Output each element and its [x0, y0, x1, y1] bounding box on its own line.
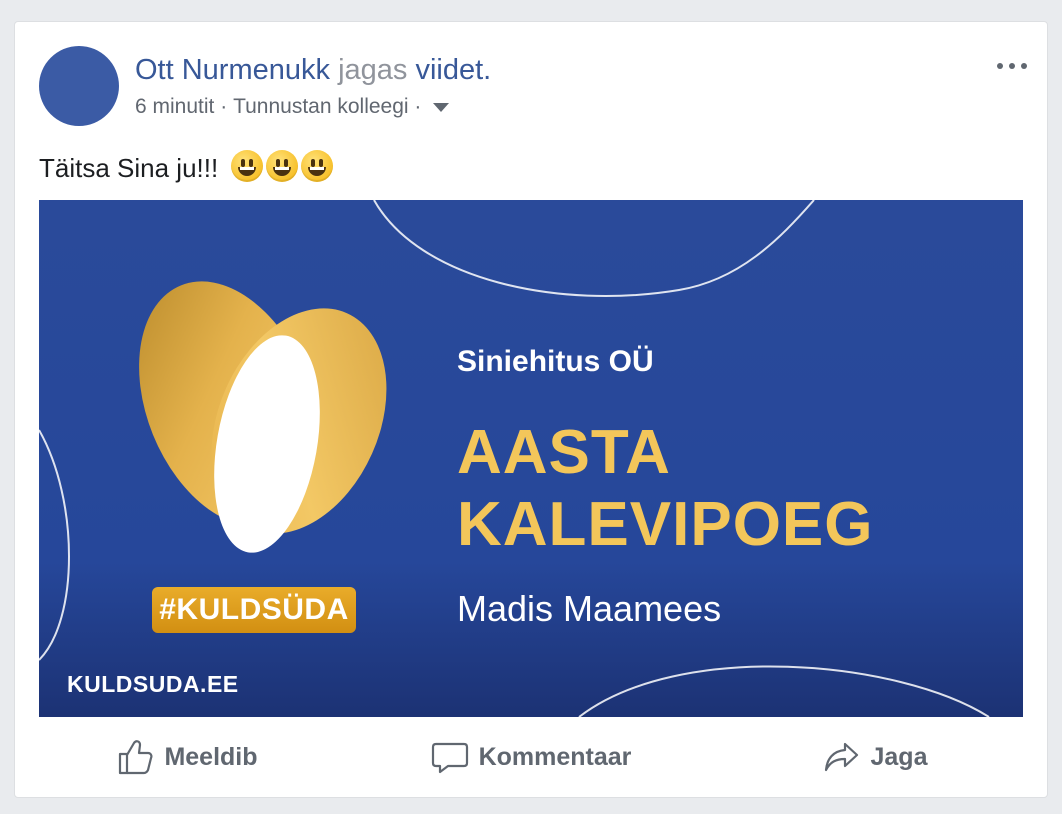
- share-label: Jaga: [870, 742, 928, 771]
- grinning-face-icon: [231, 150, 264, 182]
- like-label: Meeldib: [164, 742, 258, 771]
- avatar[interactable]: [39, 46, 119, 126]
- shared-image[interactable]: #KULDSÜDA Siniehitus OÜ AASTA KALEVIPOEG…: [39, 200, 1023, 717]
- meta-separator: ·: [220, 95, 228, 118]
- grinning-face-icon: [301, 150, 334, 182]
- post-verb: jagas: [338, 54, 408, 86]
- hashtag-badge: #KULDSÜDA: [152, 587, 356, 633]
- award-title-line1: AASTA: [457, 418, 671, 487]
- comment-icon: [431, 742, 468, 774]
- gold-heart-logo-icon: [139, 281, 387, 553]
- emoji-group: [231, 150, 334, 182]
- thumbs-up-icon: [119, 740, 153, 775]
- timestamp[interactable]: 6 minutit: [135, 94, 214, 120]
- comment-label: Kommentaar: [478, 742, 632, 771]
- like-button[interactable]: Meeldib: [15, 738, 359, 776]
- post-header: Ott Nurmenukk jagas viidet.: [135, 52, 491, 88]
- post-object-link[interactable]: viidet.: [415, 54, 491, 86]
- share-arrow-icon: [824, 742, 858, 772]
- post-message: Täitsa Sina ju!!!: [39, 153, 219, 183]
- post-meta: 6 minutit · Tunnustan kolleegi ·: [135, 94, 450, 120]
- audience-label[interactable]: Tunnustan kolleegi: [233, 94, 409, 120]
- post-card: Ott Nurmenukk jagas viidet. 6 minutit · …: [14, 21, 1048, 798]
- more-options-icon[interactable]: [997, 60, 1027, 72]
- post-actions: Meeldib Kommentaar Jaga: [15, 727, 1047, 787]
- chevron-down-icon[interactable]: [433, 102, 450, 112]
- site-url: KULDSUDA.EE: [67, 671, 239, 697]
- author-name[interactable]: Ott Nurmenukk: [135, 54, 330, 86]
- share-button[interactable]: Jaga: [703, 738, 1047, 776]
- grinning-face-icon: [266, 150, 299, 182]
- post-text: Täitsa Sina ju!!!: [39, 150, 334, 185]
- award-title-line2: KALEVIPOEG: [457, 490, 874, 559]
- meta-separator: ·: [414, 95, 422, 118]
- company-name: Siniehitus OÜ: [457, 345, 654, 378]
- comment-button[interactable]: Kommentaar: [359, 738, 703, 776]
- awardee-name: Madis Maamees: [457, 588, 722, 629]
